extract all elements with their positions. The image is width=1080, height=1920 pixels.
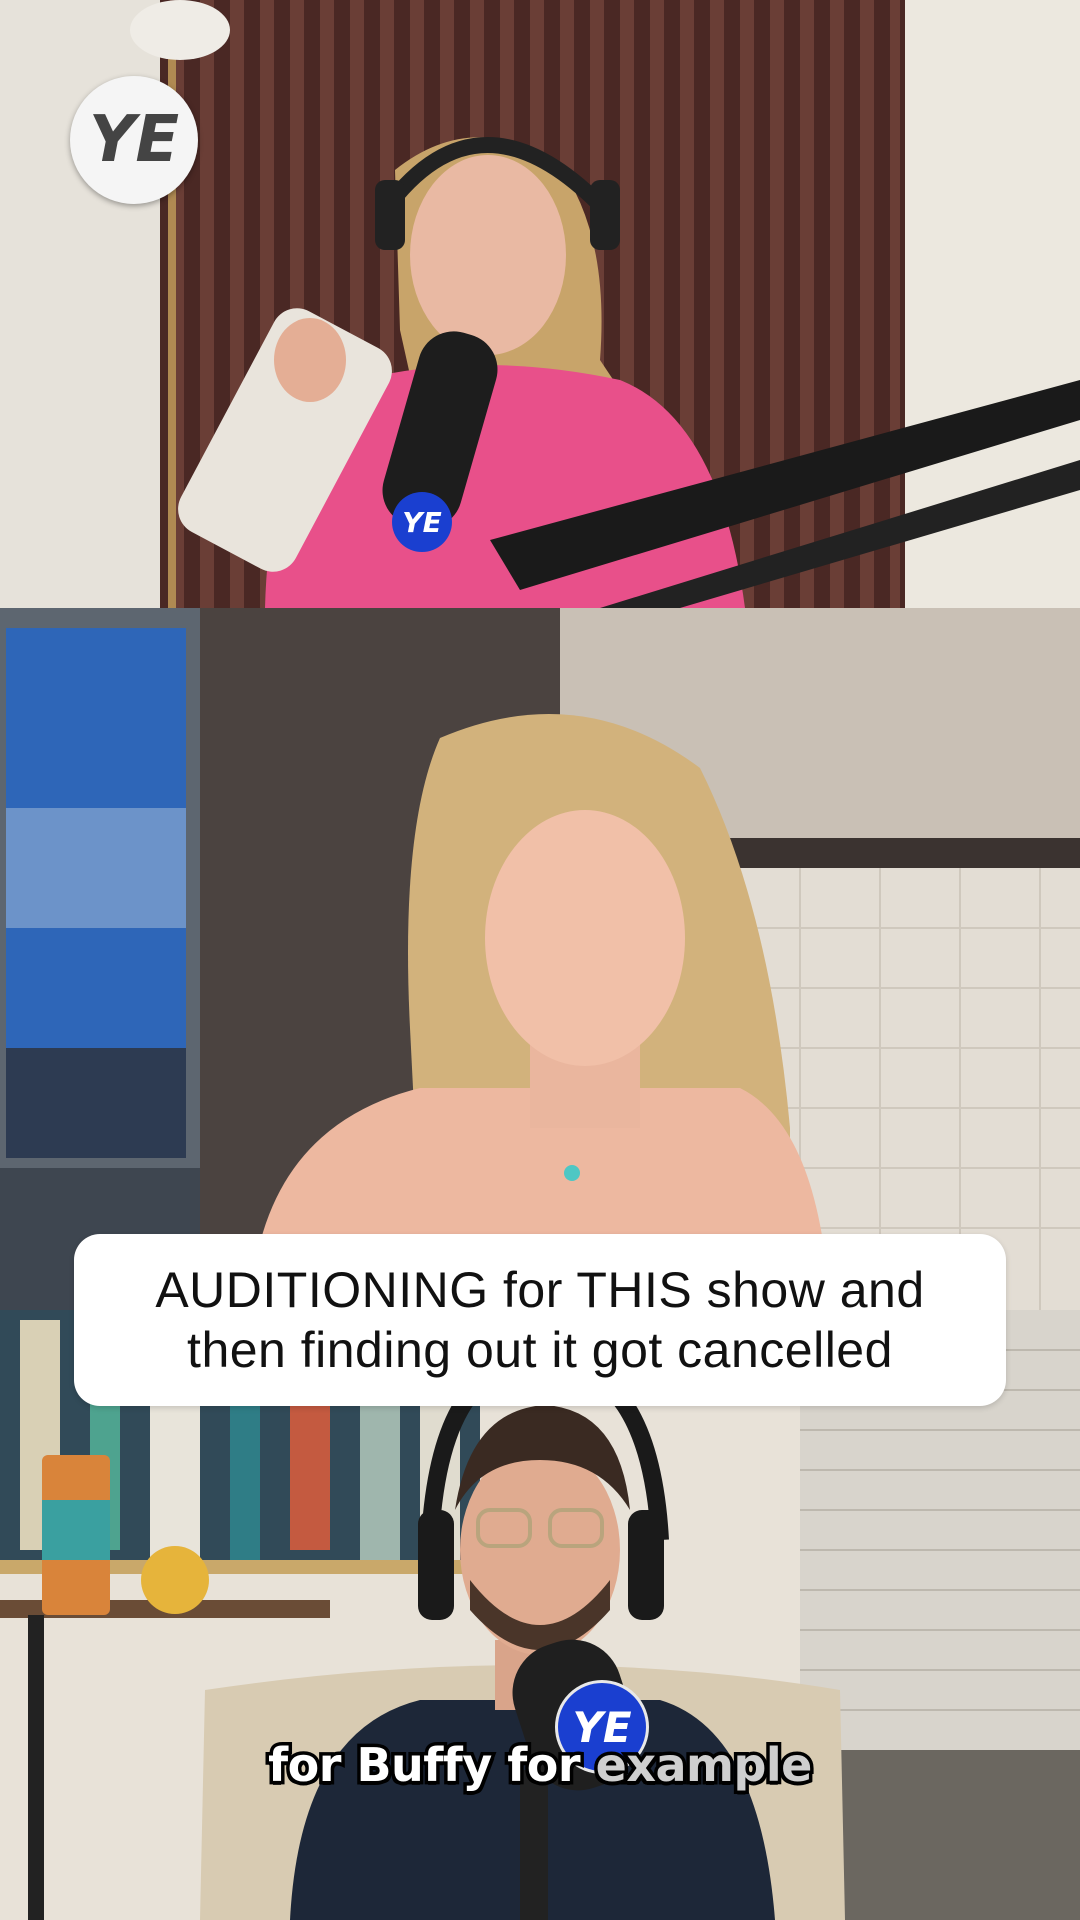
caption-box: AUDITIONING for THIS show and then findi…: [74, 1234, 1006, 1406]
ye-logo-top-text: YE: [88, 103, 180, 177]
middle-scene: [0, 608, 1080, 1310]
subtitle-word-4-highlight: example: [592, 1735, 816, 1796]
ye-logo-top: YE: [70, 76, 198, 204]
subtitle: for Buffy for example: [0, 1735, 1080, 1796]
ye-mic-logo-top: YE: [392, 492, 452, 552]
caption-line-1: AUDITIONING for THIS show and: [155, 1262, 925, 1318]
subtitle-word-3: for: [504, 1735, 584, 1796]
video-panel-middle: [0, 608, 1080, 1310]
subtitle-word-2: Buffy: [353, 1735, 496, 1796]
video-panel-top: YE YE: [0, 0, 1080, 608]
caption-line-2: then finding out it got cancelled: [187, 1322, 893, 1378]
subtitle-word-1: for: [265, 1735, 345, 1796]
ye-mic-logo-top-text: YE: [402, 505, 442, 539]
